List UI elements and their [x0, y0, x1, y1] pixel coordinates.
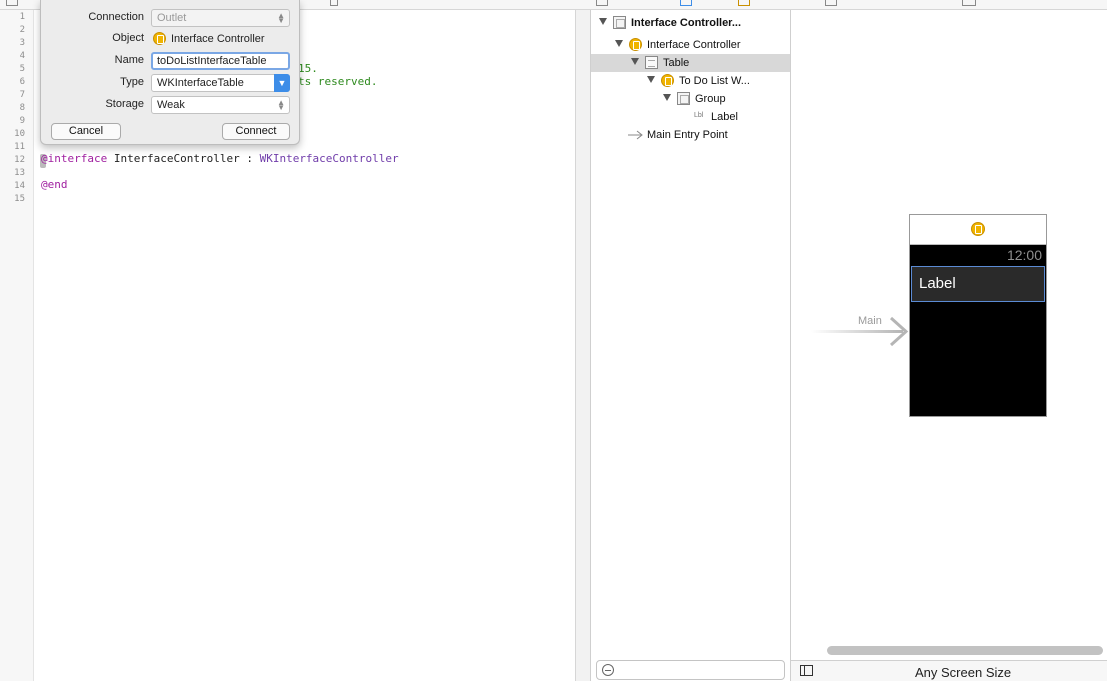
- cancel-button[interactable]: Cancel: [51, 123, 121, 140]
- comment-fragment-line6: ts reserved.: [298, 75, 378, 88]
- storage-label: Storage: [105, 98, 144, 110]
- storage-value: Weak: [157, 99, 185, 111]
- label-icon: Lbl: [694, 112, 704, 119]
- disclosure-triangle-icon[interactable]: [631, 58, 639, 65]
- interface-declaration: @interface InterfaceController : WKInter…: [41, 152, 399, 165]
- editor-scroll-track[interactable]: [576, 10, 591, 681]
- object-value: Interface Controller: [153, 32, 265, 45]
- outline-toggle-icon[interactable]: [596, 0, 608, 6]
- editor-jump-icon[interactable]: [330, 0, 338, 6]
- type-combobox[interactable]: WKInterfaceTable ▼: [151, 74, 290, 92]
- object-row: Object Interface Controller: [41, 29, 301, 49]
- line-number: 11: [14, 142, 25, 152]
- status-time: 12:00: [1006, 247, 1042, 263]
- outline-filter-field[interactable]: [596, 660, 785, 680]
- connect-button[interactable]: Connect: [222, 123, 290, 140]
- interface-controller-scene[interactable]: 12:00 Label: [909, 214, 1047, 417]
- entry-point-label: Main: [858, 315, 882, 327]
- table-icon: [645, 56, 658, 69]
- interface-controller-icon: [629, 38, 642, 51]
- line-number: 14: [14, 181, 25, 191]
- line-number: 7: [19, 90, 25, 100]
- outline-item-label: Table: [663, 57, 690, 69]
- line-number: 6: [19, 77, 25, 87]
- name-row: Name toDoListInterfaceTable: [41, 51, 301, 71]
- line-number: 8: [19, 103, 25, 113]
- controller-breadcrumb-icon[interactable]: [738, 0, 750, 6]
- outline-item-entry-point[interactable]: Main Entry Point: [591, 126, 790, 144]
- group-icon: [677, 92, 690, 105]
- line-number: 5: [19, 64, 25, 74]
- superclass-name: WKInterfaceController: [259, 152, 399, 165]
- storyboard-breadcrumb-icon[interactable]: [962, 0, 976, 6]
- line-number: 13: [14, 168, 25, 178]
- document-outline: Interface Controller... Interface Contro…: [591, 10, 791, 681]
- disclosure-triangle-icon[interactable]: [599, 18, 607, 25]
- row-label[interactable]: Label: [919, 275, 956, 292]
- size-class-button[interactable]: Any Screen Size: [915, 665, 1011, 680]
- row-controller-icon: [661, 74, 674, 87]
- outline-item-table[interactable]: Table: [591, 54, 790, 72]
- object-label: Object: [112, 32, 144, 44]
- line-number: 10: [14, 129, 25, 139]
- object-value-text: Interface Controller: [171, 33, 265, 45]
- outline-item-group[interactable]: Group: [591, 90, 790, 108]
- outline-item-label: Interface Controller...: [631, 17, 742, 29]
- disclosure-triangle-icon[interactable]: [647, 76, 655, 83]
- outline-item-controller[interactable]: Interface Controller: [591, 36, 790, 54]
- interface-keyword: @interface: [41, 152, 108, 165]
- outline-item-label[interactable]: Lbl Label: [591, 108, 790, 126]
- line-number: 15: [14, 194, 25, 204]
- disclosure-triangle-icon[interactable]: [615, 40, 623, 47]
- line-number: 1: [19, 12, 25, 22]
- xcode-window: 1 2 3 4 5 6 7 8 9 10 11 12 13 14 15 15. …: [0, 0, 1107, 681]
- connection-popover: Connection Outlet ▲ ▼ Object Interface Co…: [40, 0, 300, 145]
- colon: :: [246, 152, 253, 165]
- storage-row: Storage Weak ▲ ▼: [41, 95, 301, 115]
- connection-value: Outlet: [157, 12, 187, 24]
- updown-icon: ▲ ▼: [277, 11, 285, 25]
- disclosure-triangle-icon[interactable]: [663, 94, 671, 101]
- class-name: InterfaceController: [113, 152, 240, 165]
- table-row[interactable]: Label: [911, 266, 1045, 302]
- chevron-down-icon[interactable]: ▼: [274, 74, 290, 92]
- line-number-gutter: 1 2 3 4 5 6 7 8 9 10 11 12 13 14 15: [0, 10, 34, 681]
- name-input[interactable]: toDoListInterfaceTable: [151, 52, 290, 70]
- storyboard-canvas[interactable]: Main 12:00 Label Any Screen Size: [791, 10, 1107, 681]
- outline-item-row-controller[interactable]: To Do List W...: [591, 72, 790, 90]
- canvas-breadcrumb-icon[interactable]: [825, 0, 837, 6]
- navigator-icon[interactable]: [680, 0, 692, 6]
- connection-select[interactable]: Outlet ▲ ▼: [151, 9, 290, 27]
- interface-controller-icon: [153, 32, 166, 45]
- scene-dock: [910, 215, 1046, 245]
- outline-item-scene[interactable]: Interface Controller...: [591, 14, 790, 32]
- toggle-outline-icon[interactable]: [800, 665, 813, 676]
- connection-row: Connection Outlet ▲ ▼: [41, 8, 301, 28]
- related-items-icon[interactable]: [6, 0, 18, 6]
- line-number: 4: [19, 51, 25, 61]
- type-label: Type: [120, 76, 144, 88]
- updown-icon: ▲ ▼: [277, 98, 285, 112]
- filter-icon: [602, 664, 614, 676]
- line-number: 12: [14, 155, 25, 165]
- scene-icon: [613, 16, 626, 29]
- name-label: Name: [114, 54, 144, 66]
- canvas-bottom-bar: Any Screen Size: [791, 660, 1107, 681]
- outline-item-label: Main Entry Point: [647, 129, 728, 141]
- entry-arrow-icon: [628, 130, 643, 140]
- type-row: Type WKInterfaceTable ▼: [41, 73, 301, 93]
- horizontal-scrollbar[interactable]: [827, 646, 1103, 655]
- connection-label: Connection: [88, 11, 144, 23]
- outline-item-label: Group: [695, 93, 726, 105]
- interface-controller-icon[interactable]: [971, 222, 985, 236]
- outline-item-label: Interface Controller: [647, 39, 741, 51]
- line-number: 2: [19, 25, 25, 35]
- line-number: 3: [19, 38, 25, 48]
- end-keyword: @end: [41, 178, 68, 191]
- type-value: WKInterfaceTable: [157, 77, 244, 89]
- outline-item-label: To Do List W...: [679, 75, 750, 87]
- outline-item-label: Label: [711, 111, 738, 123]
- line-number: 9: [19, 116, 25, 126]
- storage-select[interactable]: Weak ▲ ▼: [151, 96, 290, 114]
